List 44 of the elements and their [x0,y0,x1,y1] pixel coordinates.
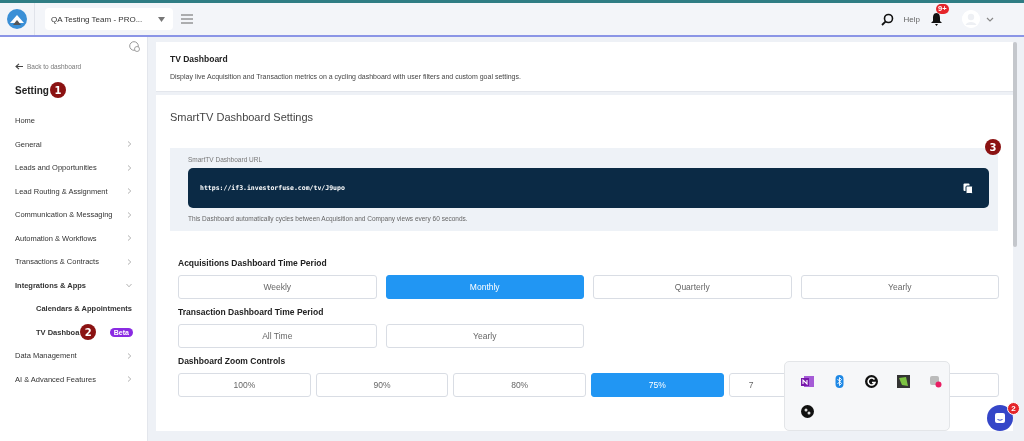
annotation-marker: 2 [80,324,97,341]
group-label: Acquisitions Dashboard Time Period [178,258,328,268]
team-dropdown[interactable]: QA Testing Team - PRO... [45,8,173,30]
option-button[interactable]: Yearly [800,275,999,299]
scrollbar-thumb[interactable] [1013,42,1017,247]
search-icon[interactable] [880,12,894,26]
chevron-down-icon [126,282,132,288]
option-button[interactable]: 80% [453,373,586,397]
chevron-right-icon [127,164,132,171]
annotation-marker: 3 [985,139,1001,155]
settings-heading: Setting [15,84,49,96]
chevron-right-icon [127,258,132,265]
bell-icon[interactable] [930,12,943,26]
option-button[interactable]: 100% [178,373,311,397]
group-label: Transaction Dashboard Time Period [178,307,325,317]
circle-g-icon[interactable] [865,374,878,388]
option-button[interactable]: Quarterly [593,275,792,299]
chevron-down-icon[interactable] [986,16,994,22]
chevron-right-icon [127,352,132,359]
copy-icon[interactable] [963,182,973,194]
annotation-marker: 1 [49,82,66,98]
chevron-right-icon [127,235,132,242]
option-button[interactable]: Yearly [385,324,584,348]
arrow-left-icon [15,63,23,70]
chevron-right-icon [127,141,132,148]
option-button[interactable]: 90% [315,373,449,397]
chevron-right-icon [127,188,132,195]
option-button[interactable]: All Time [178,324,377,348]
caret-icon [158,16,165,22]
option-button[interactable]: Weekly [178,275,377,299]
notebook-icon[interactable] [801,374,814,388]
group-label: Dashboard Zoom Controls [178,356,287,366]
chevron-right-icon [127,376,132,383]
chevron-right-icon [127,211,132,218]
collapse-icon[interactable] [129,41,140,52]
help-link[interactable]: Help [903,14,920,24]
puzzle-icon[interactable] [929,374,942,388]
section-title: SmartTV Dashboard Settings [170,111,315,123]
bluetooth-icon[interactable] [833,374,846,388]
mountain-logo-icon[interactable] [7,9,27,29]
round-app-icon[interactable] [801,404,814,418]
chat-icon [994,412,1006,424]
square-app-icon[interactable] [897,374,910,388]
page-title: TV Dashboard [170,54,229,64]
